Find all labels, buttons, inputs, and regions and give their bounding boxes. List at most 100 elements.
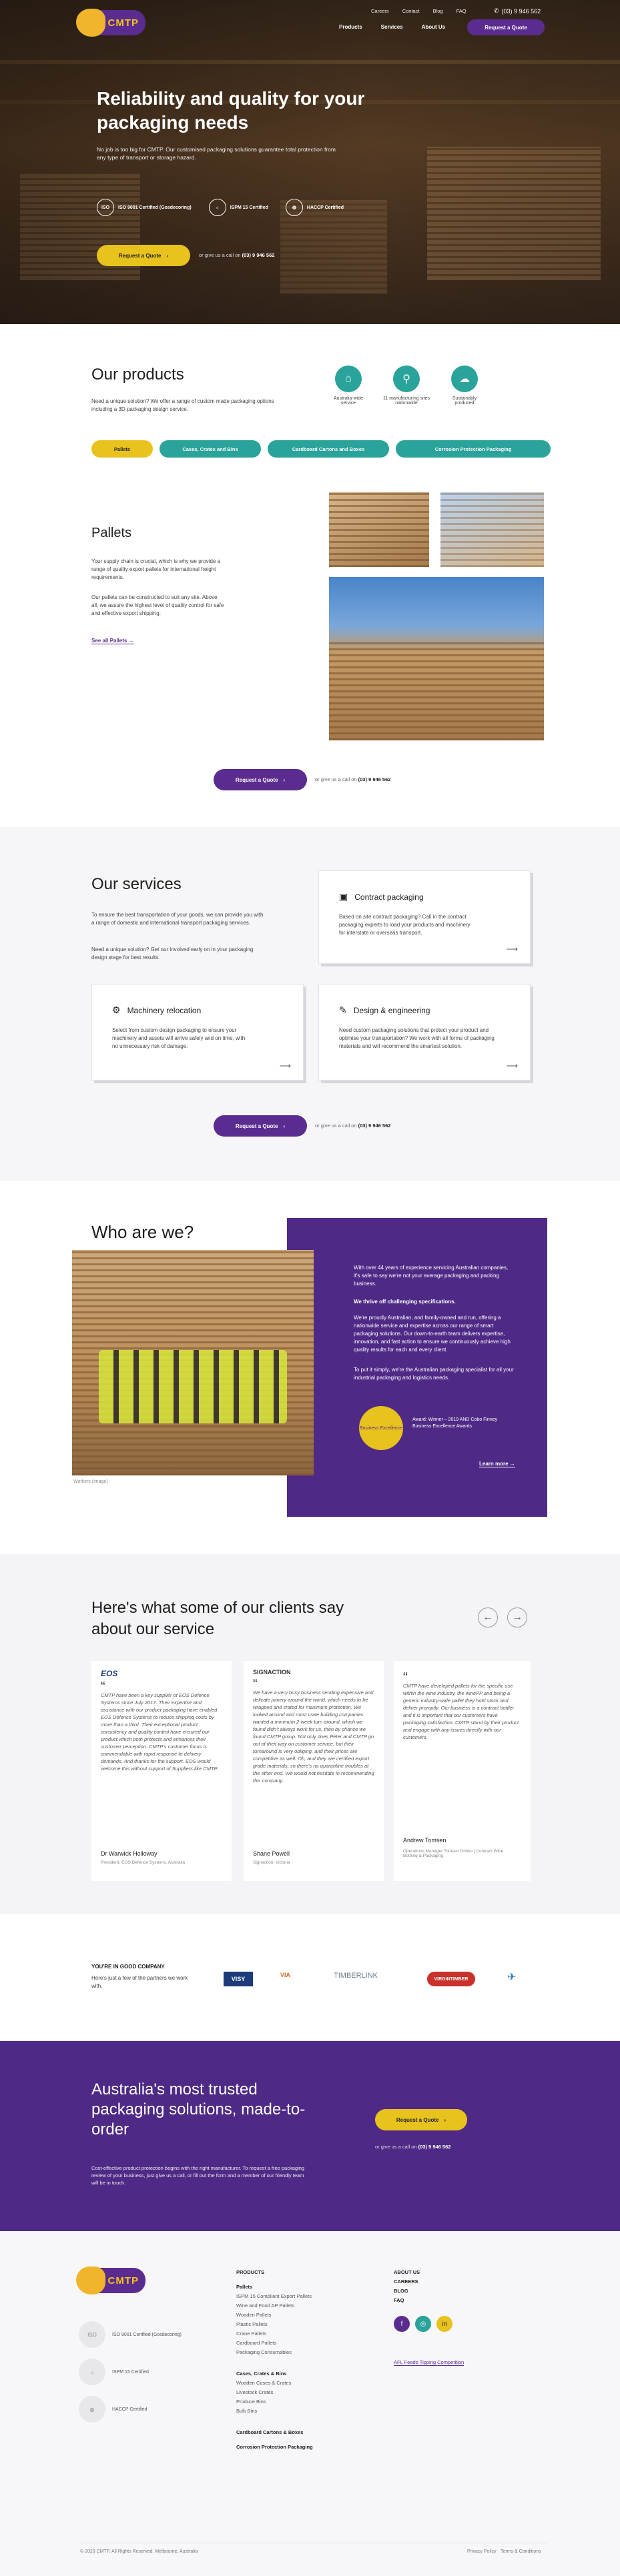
arrow-right-icon: › — [444, 2116, 446, 2123]
footer-link[interactable]: Livestock Crates — [236, 2388, 356, 2397]
via-logo: VIA — [280, 1972, 291, 1978]
machinery-icon: ⚙ — [112, 1005, 121, 1015]
footer-link[interactable]: Crane Pallets — [236, 2329, 356, 2339]
arrow-right-icon: › — [283, 1123, 286, 1129]
carousel-next-button[interactable]: → — [507, 1607, 527, 1628]
arrow-left-icon: ← — [483, 1612, 493, 1623]
phone-icon: ✆ — [494, 7, 499, 14]
badge-haccp: ◍ HACCP Certified — [285, 199, 344, 216]
footer-link[interactable]: ISPM 15 Compliant Export Pallets — [236, 2292, 356, 2301]
badge-iso: ISO ISO 9001 Certified (Gosdecoring) — [97, 199, 192, 216]
linkedin-icon[interactable]: in — [436, 2316, 452, 2332]
pallets-title: Pallets — [91, 526, 132, 540]
tab-cardboard[interactable]: Cardboard Cartons and Boxes — [268, 440, 389, 458]
iso-icon: ISO — [97, 199, 114, 216]
services-intro-2: Need a unique solution? Get our involved… — [91, 946, 254, 960]
footer-certs: ISO ISO 9001 Certified (Gosdecoring) ☼ ISP… — [79, 2321, 182, 2423]
footer-link[interactable]: Plastic Pallets — [236, 2320, 356, 2329]
award-badge: Business Excellence — [359, 1406, 403, 1450]
signaction-logo: SIGNACTION — [253, 1669, 291, 1676]
footer-link[interactable]: Produce Bins — [236, 2397, 356, 2407]
testimonial-card: SIGNACTION “ We have a very busy busines… — [244, 1661, 384, 1881]
pallets-image-2 — [440, 492, 544, 567]
top-nav-blog[interactable]: Blog — [433, 8, 443, 14]
hero-title: Reliability and quality for your packagi… — [97, 88, 365, 133]
afl-link[interactable]: AFL Feedo Tipping Competition — [394, 2359, 464, 2366]
logo[interactable]: CMTP — [76, 9, 145, 37]
footer-link[interactable]: Packaging Consumables — [236, 2348, 356, 2357]
see-all-pallets-link[interactable]: See all Pallets → — [91, 638, 134, 644]
partners-text: Here's just a few of the partners we wor… — [91, 1975, 188, 1989]
footer-link[interactable]: Bulk Bins — [236, 2407, 356, 2416]
cta-title: Australia's most trusted packaging solut… — [91, 2080, 306, 2138]
footer-about: ABOUT US CAREERS BLOG FAQ — [394, 2268, 514, 2305]
feature-australia: ⌂ Australia-wide service — [328, 366, 368, 406]
arrow-right-icon: → — [512, 1612, 523, 1623]
services-call: or give us a call on (03) 9 946 562 — [315, 1123, 391, 1129]
footer-link[interactable]: Wine and Food AP Pallets — [236, 2301, 356, 2311]
tab-pallets[interactable]: Pallets — [91, 440, 153, 458]
carousel-prev-button[interactable]: ← — [478, 1607, 498, 1628]
virgin-timber-logo: VIRGINTIMBER — [427, 1972, 475, 1986]
team-photo — [72, 1250, 314, 1475]
footer-cases-link[interactable]: Cases, Crates & Bins — [236, 2369, 356, 2379]
services-title: Our services — [91, 875, 182, 893]
footer-link[interactable]: Cardboard Pallets — [236, 2339, 356, 2348]
nav-services[interactable]: Services — [381, 24, 403, 30]
hero-badges: ISO ISO 9001 Certified (Gosdecoring) ☼ ISP… — [97, 199, 344, 216]
product-tabs: Pallets Cases, Crates and Bins Cardboard… — [91, 440, 551, 458]
top-nav-careers[interactable]: Careers — [371, 8, 389, 14]
map-icon: ⌂ — [335, 366, 362, 392]
nav-quote-button[interactable]: Request a Quote — [467, 19, 545, 35]
footer-logo[interactable]: CMTP — [76, 2267, 145, 2295]
nav-products[interactable]: Products — [339, 24, 362, 30]
pallets-image-1 — [329, 492, 429, 567]
instagram-icon[interactable]: ◎ — [415, 2316, 431, 2332]
footer-careers-link[interactable]: CAREERS — [394, 2277, 514, 2287]
footer-blog-link[interactable]: BLOG — [394, 2287, 514, 2296]
services-quote-button[interactable]: Request a Quote › — [214, 1115, 307, 1137]
arrow-right-icon: › — [283, 776, 286, 783]
footer-cardboard-link[interactable]: Cardboard Cartons & Boxes — [236, 2428, 356, 2437]
testimonial-card: EOS “ CMTP have been a key supplier of E… — [91, 1661, 232, 1881]
footer-faq-link[interactable]: FAQ — [394, 2296, 514, 2305]
tab-cases[interactable]: Cases, Crates and Bins — [160, 440, 261, 458]
timberlink-logo: TIMBERLINK — [334, 1972, 378, 1980]
haccp-icon: ◍ — [285, 199, 303, 216]
top-nav-contact[interactable]: Contact — [402, 8, 420, 14]
nav-about-us[interactable]: About Us — [422, 24, 446, 30]
about-p4: To put it simply, we're the Australian p… — [354, 1367, 514, 1381]
products-title: Our products — [91, 366, 184, 384]
cta-text: Cost-effective product protection begins… — [91, 2165, 305, 2186]
services-intro: To ensure the best transportation of you… — [91, 912, 264, 926]
hero-section — [0, 0, 620, 324]
footer-corrosion-link[interactable]: Corrosion Protection Packaging — [236, 2443, 356, 2452]
tab-corrosion[interactable]: Corrosion Protection Packaging — [396, 440, 551, 458]
service-card-contract[interactable]: ▣ Contract packaging Based on site contra… — [318, 870, 531, 964]
products-quote-button[interactable]: Request a Quote › — [214, 769, 307, 790]
terms-link[interactable]: Terms & Conditions — [501, 2549, 541, 2554]
ispm-icon: ☼ — [79, 2359, 105, 2385]
testimonial-card: “ CMTP have developed pallets for the sp… — [394, 1661, 531, 1881]
facebook-icon[interactable]: f — [394, 2316, 410, 2332]
about-learn-more-link[interactable]: Learn more → — [479, 1461, 515, 1467]
hero-text: No job is too big for CMTP. Our customis… — [97, 146, 336, 161]
design-icon: ✎ — [339, 1005, 347, 1015]
header-phone[interactable]: ✆ (03) 9 946 562 — [494, 7, 541, 15]
feature-sustainable: ☁ Sustainably produced — [444, 366, 485, 406]
footer-link[interactable]: Wooden Pallets — [236, 2311, 356, 2320]
hero-call: or give us a call on (03) 9 946 562 — [199, 252, 275, 258]
cta-call: or give us a call on (03) 9 946 562 — [375, 2144, 451, 2150]
partners-title: YOU'RE IN GOOD COMPANY — [91, 1964, 165, 1970]
hero-quote-button[interactable]: Request a Quote › — [97, 245, 190, 266]
cta-quote-button[interactable]: Request a Quote › — [375, 2109, 467, 2130]
products-intro: Need a unique solution? We offer a range… — [91, 398, 274, 412]
footer-pallets-link[interactable]: Pallets — [236, 2283, 356, 2292]
top-nav-faq[interactable]: FAQ — [456, 8, 467, 14]
footer-about-link[interactable]: ABOUT US — [394, 2268, 514, 2277]
service-card-design[interactable]: ✎ Design & engineering Need custom packag… — [318, 984, 531, 1081]
footer-link[interactable]: Wooden Cases & Crates — [236, 2379, 356, 2388]
box-icon: ▣ — [339, 891, 348, 902]
privacy-link[interactable]: Privacy Policy — [467, 2549, 497, 2554]
service-card-machinery[interactable]: ⚙ Machinery relocation Select from custom… — [91, 984, 304, 1081]
